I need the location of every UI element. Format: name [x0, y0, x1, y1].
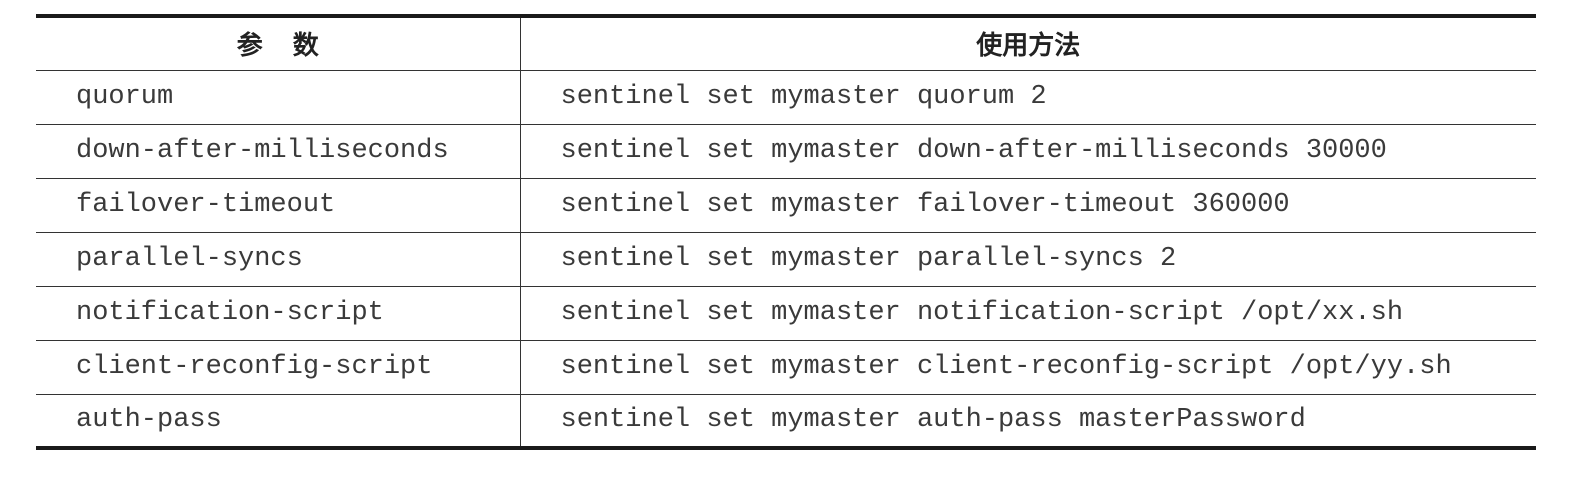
table-row: auth-pass sentinel set mymaster auth-pas…	[36, 394, 1536, 449]
sentinel-config-table-container: 参数 使用方法 quorum sentinel set mymaster quo…	[36, 14, 1536, 450]
usage-cell: sentinel set mymaster notification-scrip…	[520, 286, 1536, 341]
usage-cell: sentinel set mymaster auth-pass masterPa…	[520, 394, 1536, 449]
table-row: client-reconfig-script sentinel set myma…	[36, 340, 1536, 395]
param-cell: failover-timeout	[36, 178, 521, 233]
sentinel-config-table: 参数 使用方法 quorum sentinel set mymaster quo…	[36, 14, 1536, 450]
usage-cell: sentinel set mymaster quorum 2	[520, 70, 1536, 125]
usage-cell: sentinel set mymaster client-reconfig-sc…	[520, 340, 1536, 395]
header-usage: 使用方法	[520, 16, 1536, 71]
param-cell: notification-script	[36, 286, 521, 341]
usage-cell: sentinel set mymaster failover-timeout 3…	[520, 178, 1536, 233]
table-row: down-after-milliseconds sentinel set mym…	[36, 124, 1536, 179]
usage-cell: sentinel set mymaster parallel-syncs 2	[520, 232, 1536, 287]
table-header-row: 参数 使用方法	[36, 16, 1536, 71]
table-row: parallel-syncs sentinel set mymaster par…	[36, 232, 1536, 287]
usage-cell: sentinel set mymaster down-after-millise…	[520, 124, 1536, 179]
param-cell: parallel-syncs	[36, 232, 521, 287]
param-cell: down-after-milliseconds	[36, 124, 521, 179]
header-param: 参数	[36, 16, 521, 71]
table-row: notification-script sentinel set mymaste…	[36, 286, 1536, 341]
param-cell: auth-pass	[36, 394, 521, 449]
param-cell: client-reconfig-script	[36, 340, 521, 395]
table-row: failover-timeout sentinel set mymaster f…	[36, 178, 1536, 233]
table-row: quorum sentinel set mymaster quorum 2	[36, 70, 1536, 125]
param-cell: quorum	[36, 70, 521, 125]
